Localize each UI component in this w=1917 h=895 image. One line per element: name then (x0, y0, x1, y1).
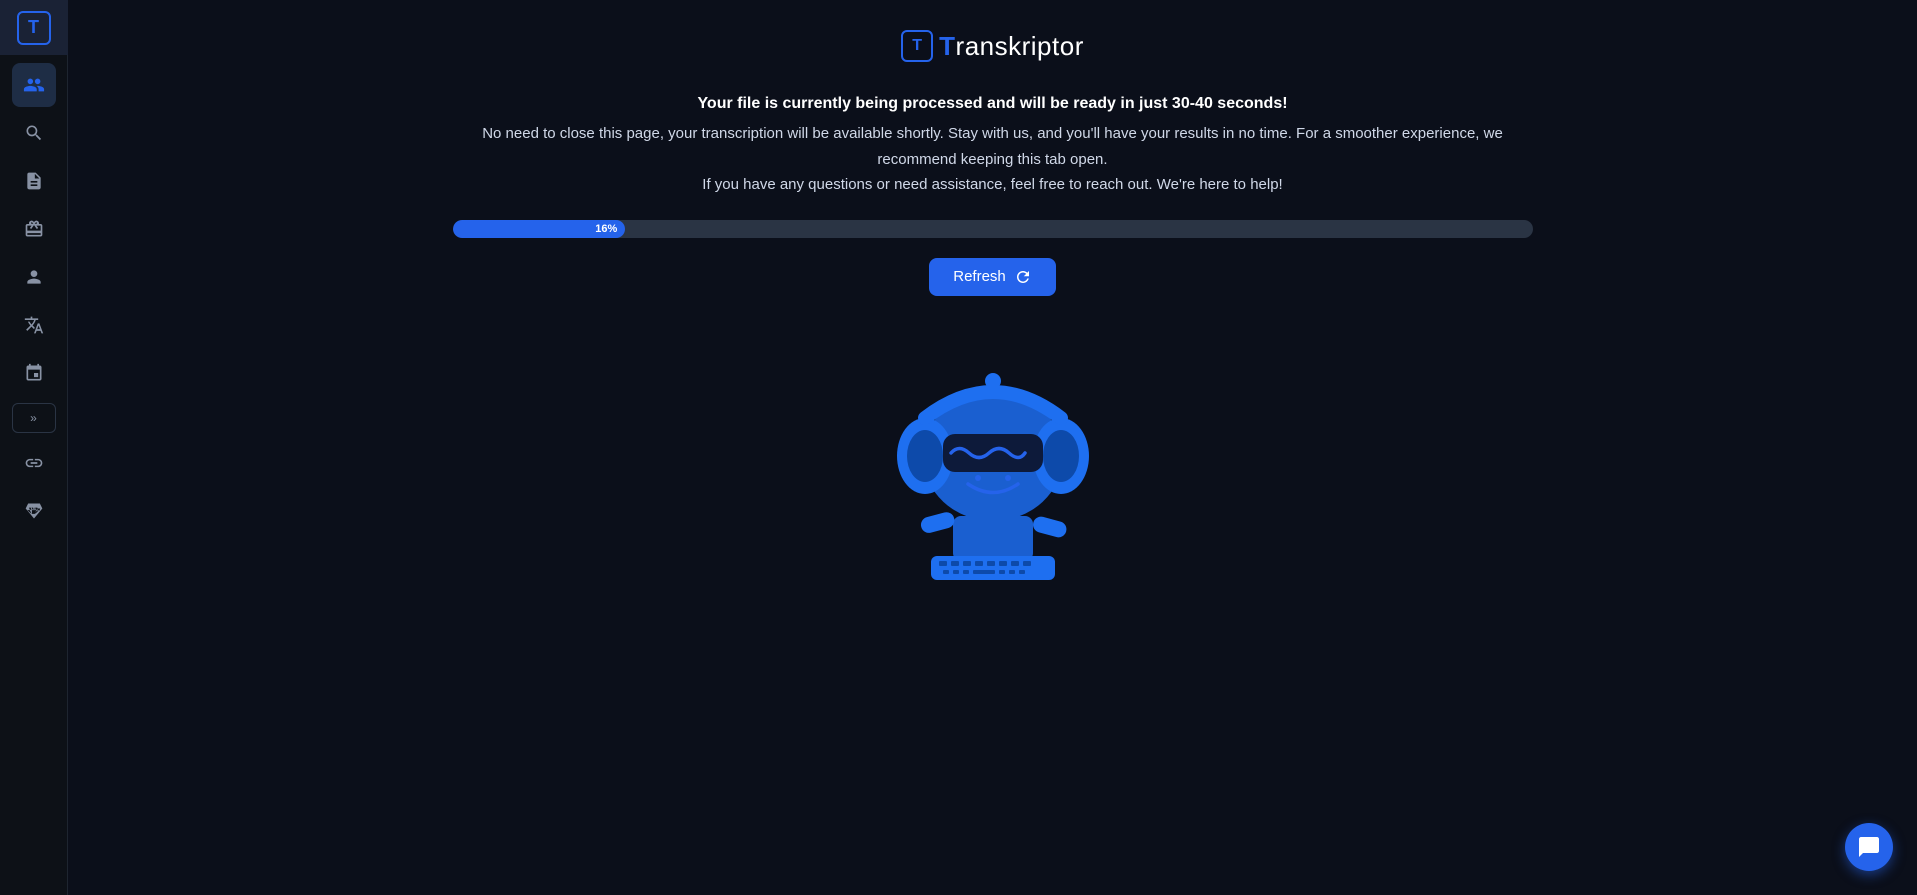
info-text-block: Your file is currently being processed a… (443, 90, 1543, 198)
sidebar: T » (0, 0, 68, 895)
document-icon (24, 171, 44, 191)
sidebar-item-team[interactable] (12, 63, 56, 107)
title-highlight: T (939, 31, 955, 61)
title-rest: ranskriptor (956, 31, 1084, 61)
main-content: T Transkriptor Your file is currently be… (68, 0, 1917, 895)
sidebar-item-user[interactable] (12, 255, 56, 299)
refresh-label: Refresh (953, 268, 1006, 285)
app-title: Transkriptor (939, 31, 1084, 62)
search-icon (24, 123, 44, 143)
sidebar-item-link[interactable] (12, 441, 56, 485)
info-line2: No need to close this page, your transcr… (443, 121, 1543, 172)
user-icon (24, 267, 44, 287)
info-line3: If you have any questions or need assist… (443, 172, 1543, 198)
translate-icon (24, 315, 44, 335)
app-header: T Transkriptor (901, 30, 1084, 62)
team-icon (23, 74, 45, 96)
refresh-icon (1014, 268, 1032, 286)
logo-box: T (17, 11, 51, 45)
info-line1: Your file is currently being processed a… (443, 90, 1543, 117)
progress-label: 16% (595, 223, 617, 235)
progress-bar-container: 16% (453, 220, 1533, 238)
robot-illustration (853, 326, 1133, 586)
sidebar-logo[interactable]: T (0, 0, 68, 55)
chat-bubble-button[interactable] (1845, 823, 1893, 871)
sidebar-item-gift[interactable] (12, 207, 56, 251)
gift-icon (24, 219, 44, 239)
sidebar-expand-button[interactable]: » (12, 403, 56, 433)
sidebar-item-search[interactable] (12, 111, 56, 155)
expand-icon: » (30, 411, 37, 425)
sidebar-item-diamond[interactable] (12, 489, 56, 533)
logo-letter: T (28, 17, 39, 38)
link-icon (24, 453, 44, 473)
sidebar-item-calendar[interactable] (12, 351, 56, 395)
chat-icon (1857, 835, 1881, 859)
header-logo-letter: T (912, 37, 922, 55)
header-logo-icon: T (901, 30, 933, 62)
calendar-icon (24, 363, 44, 383)
refresh-button[interactable]: Refresh (929, 258, 1056, 296)
sidebar-item-translate[interactable] (12, 303, 56, 347)
progress-fill: 16% (453, 220, 626, 238)
robot-svg (853, 326, 1133, 586)
sidebar-item-document[interactable] (12, 159, 56, 203)
diamond-icon (24, 501, 44, 521)
